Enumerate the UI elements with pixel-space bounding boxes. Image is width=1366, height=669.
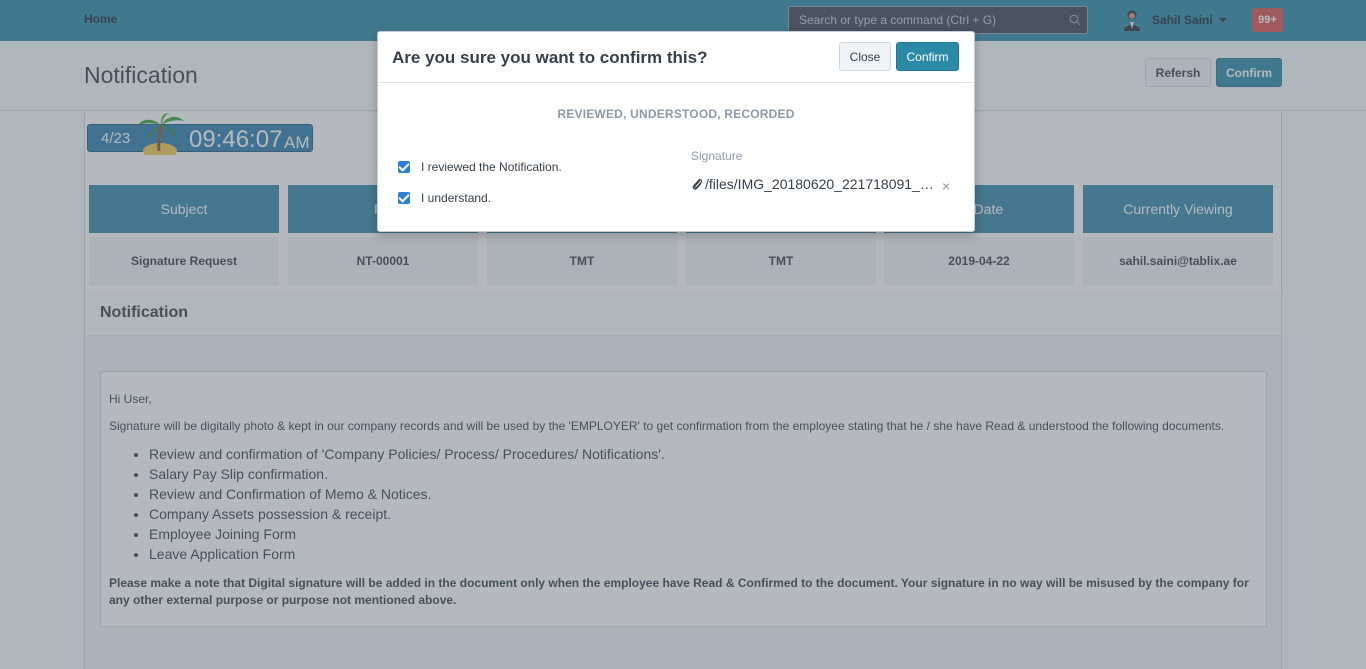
remove-attachment-icon[interactable]: × [942, 178, 950, 194]
understand-checkbox-row[interactable]: I understand. [398, 191, 491, 205]
reviewed-checkbox-row[interactable]: I reviewed the Notification. [398, 160, 562, 174]
reviewed-checkbox[interactable] [398, 161, 410, 173]
reviewed-checkbox-label: I reviewed the Notification. [421, 160, 562, 174]
dialog-title: Are you sure you want to confirm this? [392, 48, 708, 67]
understand-checkbox[interactable] [398, 192, 410, 204]
dialog-subheading: REVIEWED, UNDERSTOOD, RECORDED [557, 107, 795, 121]
paperclip-icon [692, 178, 703, 190]
dialog-header: Are you sure you want to confirm this? C… [378, 32, 974, 83]
signature-attachment[interactable]: /files/IMG_20180620_221718091_HDR.jpg [691, 176, 947, 192]
understand-checkbox-label: I understand. [421, 191, 492, 205]
signature-filename[interactable]: /files/IMG_20180620_221718091_HDR.jpg [705, 176, 941, 192]
confirm-dialog: Are you sure you want to confirm this? C… [377, 31, 975, 232]
close-button[interactable]: Close [839, 42, 891, 71]
confirm-button[interactable]: Confirm [896, 42, 959, 71]
signature-label: Signature [691, 149, 743, 163]
